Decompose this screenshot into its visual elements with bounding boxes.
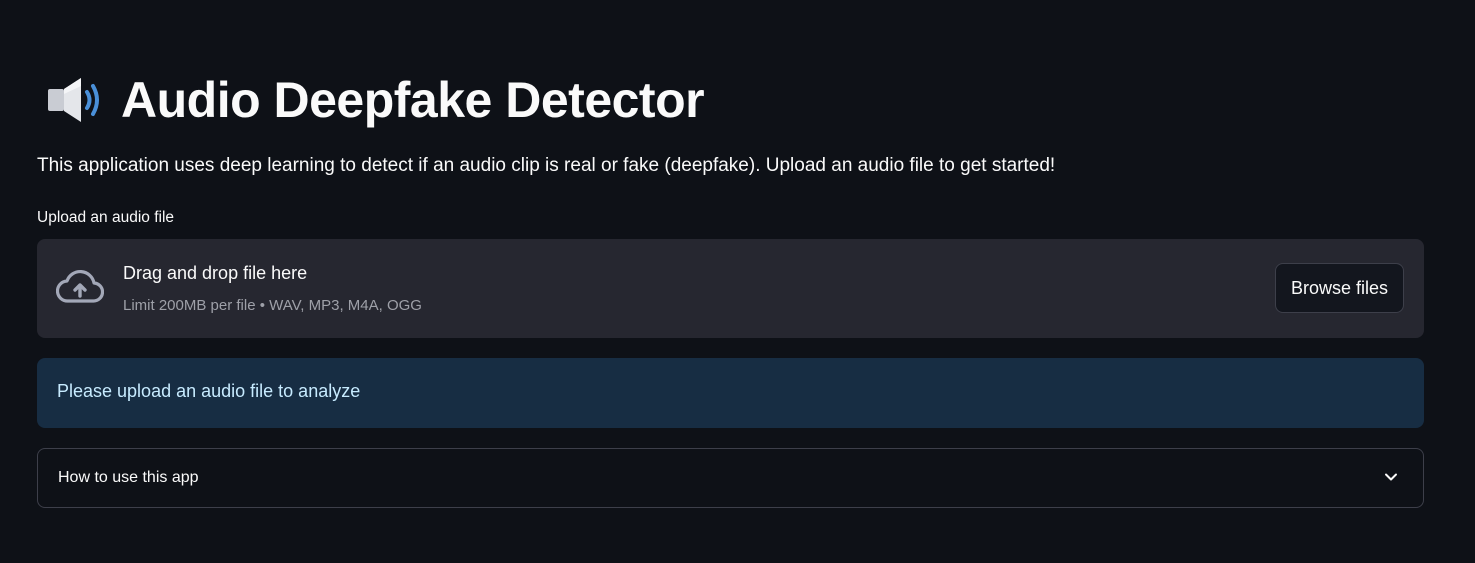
browse-files-button[interactable]: Browse files (1274, 263, 1404, 313)
title-row: Audio Deepfake Detector (45, 68, 705, 132)
expander-label: How to use this app (58, 469, 199, 486)
cloud-upload-icon (56, 270, 104, 303)
page-title: Audio Deepfake Detector (121, 72, 705, 128)
dropzone-title: Drag and drop file here (123, 263, 308, 283)
upload-label: Upload an audio file (37, 209, 175, 226)
intro-text: This application uses deep learning to d… (37, 155, 1056, 176)
dropzone-limit-text: Limit 200MB per file • WAV, MP3, M4A, OG… (123, 297, 422, 314)
speaker-high-volume-icon (48, 78, 99, 122)
info-alert-text: Please upload an audio file to analyze (57, 381, 361, 401)
file-dropzone[interactable]: Drag and drop file here Limit 200MB per … (37, 239, 1424, 338)
chevron-down-icon (1385, 473, 1397, 481)
how-to-use-expander[interactable]: How to use this app (37, 448, 1424, 508)
info-alert: Please upload an audio file to analyze (37, 358, 1424, 428)
